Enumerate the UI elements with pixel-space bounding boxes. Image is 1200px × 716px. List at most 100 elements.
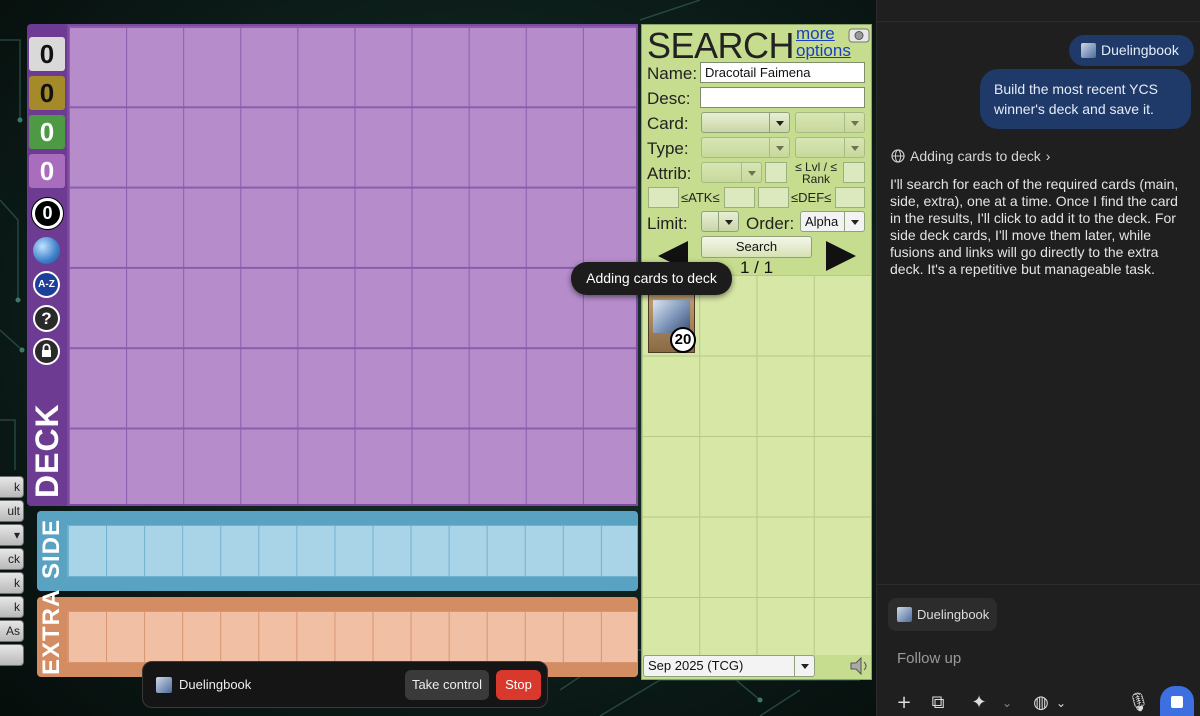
lock-glyph	[42, 343, 51, 357]
chevron-right-icon: ›	[1045, 148, 1051, 164]
tab-context-chip[interactable]: Duelingbook	[888, 598, 997, 631]
stub-button-2[interactable]: ▾	[0, 524, 24, 546]
chevron-down-icon	[844, 138, 864, 157]
def-label: ≤DEF≤	[791, 190, 832, 205]
duelingbook-favicon	[1081, 43, 1096, 58]
duelingbook-favicon	[156, 677, 172, 693]
deck-total-value: 0	[42, 203, 53, 223]
stub-button-3[interactable]: ck	[0, 548, 24, 570]
camera-icon[interactable]	[848, 25, 870, 43]
format-select[interactable]: Sep 2025 (TCG)	[643, 655, 815, 677]
search-results-grid: 20	[642, 275, 871, 655]
order-label: Order:	[746, 214, 795, 233]
duelingbook-favicon	[897, 607, 912, 622]
take-control-button[interactable]: Take control	[405, 670, 489, 700]
main-deck-grid[interactable]	[67, 24, 638, 506]
lock-icon[interactable]	[33, 338, 60, 365]
globe-icon[interactable]: ◍	[1031, 693, 1051, 713]
duelingbook-app: k ult ▾ ck k k As 0 0 0 0 0 A-Z ? DECK S…	[0, 0, 876, 716]
chat-top-divider	[877, 21, 1200, 22]
deck-count-monsters: 0	[29, 37, 65, 71]
agent-status-line[interactable]: Adding cards to deck ›	[891, 147, 1050, 165]
chevron-down-icon	[718, 212, 738, 231]
deck-label: DECK	[29, 403, 65, 498]
desc-label: Desc:	[647, 89, 691, 108]
deck-count-spells: 0	[29, 76, 65, 110]
order-select[interactable]: Alpha	[800, 211, 865, 232]
atk-min-input[interactable]	[648, 187, 679, 208]
stop-button[interactable]: Stop	[496, 670, 541, 700]
name-input[interactable]: Dracotail Faimena	[700, 62, 865, 83]
chevron-down-icon	[844, 113, 864, 132]
next-page-arrow-icon[interactable]	[824, 239, 858, 273]
search-button[interactable]: Search	[701, 236, 812, 258]
sort-az-icon[interactable]: A-Z	[33, 271, 60, 298]
globe-icon	[891, 149, 905, 163]
stub-button-5[interactable]: k	[0, 596, 24, 618]
search-panel: SEARCH more options Name: Dracotail Faim…	[641, 24, 872, 680]
deck-count-traps: 0	[29, 115, 65, 149]
card-subtype-select[interactable]	[795, 112, 865, 133]
stub-button-6[interactable]: As	[0, 620, 24, 642]
assistant-chat-panel: Duelingbook Build the most recent YCS wi…	[876, 0, 1200, 716]
limit-select[interactable]	[701, 211, 739, 232]
result-card-dracotail-faimena[interactable]: 20	[648, 292, 696, 353]
def-min-input[interactable]	[758, 187, 789, 208]
desc-input[interactable]	[700, 87, 865, 108]
deck-total-badge: 0	[32, 198, 63, 229]
chevron-down-icon[interactable]: ⌄	[1051, 693, 1071, 713]
stop-generation-button[interactable]	[1160, 686, 1194, 716]
card-type-select[interactable]	[701, 112, 790, 133]
chevron-down-icon	[844, 212, 864, 231]
user-message: Build the most recent YCS winner's deck …	[980, 69, 1191, 129]
stub-button-7[interactable]	[0, 644, 24, 666]
type-label: Type:	[647, 139, 689, 158]
microphone-icon[interactable]: 🎙	[1127, 693, 1150, 713]
level-min-input[interactable]	[765, 162, 787, 183]
atk-max-input[interactable]	[724, 187, 755, 208]
more-options-link[interactable]: more options	[796, 25, 856, 59]
left-stub-buttons: k ult ▾ ck k k As	[0, 476, 24, 668]
attrib-label: Attrib:	[647, 164, 692, 183]
tab-chip-label: Duelingbook	[917, 607, 990, 622]
site-pill-label: Duelingbook	[1101, 42, 1179, 58]
card-label: Card:	[647, 114, 689, 133]
agent-status-text: Adding cards to deck	[910, 148, 1041, 164]
side-deck-grid[interactable]	[67, 525, 638, 577]
name-label: Name:	[647, 64, 698, 83]
stub-button-1[interactable]: ult	[0, 500, 24, 522]
chevron-down-icon	[741, 163, 761, 182]
extra-label: EXTRA	[38, 588, 65, 675]
result-count-value: 20	[674, 331, 692, 348]
chevron-down-icon[interactable]: ⌄	[997, 693, 1017, 713]
chevron-down-icon	[769, 138, 789, 157]
edit-tab-icon[interactable]: ⧉	[928, 693, 948, 713]
tools-icon[interactable]: ✦	[969, 693, 989, 713]
def-max-input[interactable]	[835, 187, 865, 208]
type-select[interactable]	[701, 137, 790, 158]
globe-icon[interactable]	[33, 237, 60, 264]
deck-count-extra: 0	[29, 154, 65, 188]
help-icon[interactable]: ?	[33, 305, 60, 332]
add-icon[interactable]: +	[894, 693, 914, 713]
order-value: Alpha	[805, 214, 839, 229]
assistant-message: I'll search for each of the required car…	[890, 176, 1179, 277]
sort-az-text: A-Z	[38, 279, 55, 290]
follow-up-input[interactable]: Follow up	[897, 650, 961, 667]
stub-button-0[interactable]: k	[0, 476, 24, 498]
type-subselect[interactable]	[795, 137, 865, 158]
level-max-input[interactable]	[843, 162, 865, 183]
extra-deck-grid[interactable]	[67, 611, 638, 663]
action-tooltip: Adding cards to deck	[571, 262, 732, 295]
site-context-pill[interactable]: Duelingbook	[1069, 35, 1194, 66]
stub-button-4[interactable]: k	[0, 572, 24, 594]
chevron-down-icon	[794, 656, 814, 676]
attrib-select[interactable]	[701, 162, 762, 183]
agent-control-bar: Duelingbook Take control Stop	[142, 661, 548, 708]
control-bar-site-name: Duelingbook	[179, 677, 252, 692]
speaker-icon[interactable]	[848, 654, 872, 678]
help-text: ?	[41, 309, 52, 328]
side-label: SIDE	[38, 518, 65, 579]
format-value: Sep 2025 (TCG)	[648, 658, 744, 673]
atk-label: ≤ATK≤	[681, 190, 720, 205]
